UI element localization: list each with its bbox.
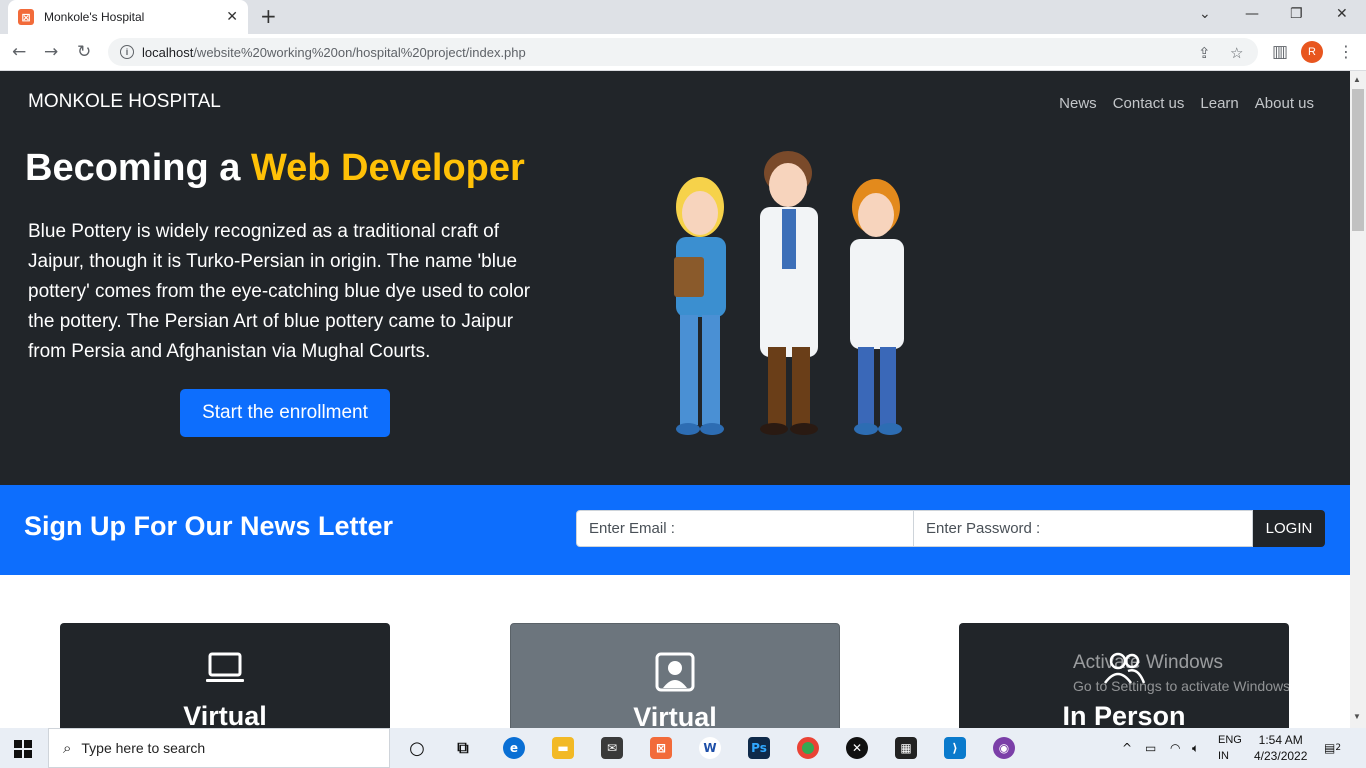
taskbar-clock[interactable]: 1:54 AM 4/23/2022	[1254, 732, 1307, 764]
new-tab-button[interactable]: +	[260, 4, 277, 28]
address-toolbar: ← → ↻ i localhost /website%20working%20o…	[0, 34, 1366, 71]
volume-icon[interactable]: 🔈︎	[1192, 728, 1199, 768]
xampp-favicon-icon: ⊠	[18, 9, 34, 25]
newsletter-title: Sign Up For Our News Letter	[24, 511, 394, 541]
card-title: Virtual	[633, 702, 717, 728]
password-field[interactable]: Enter Password :	[914, 510, 1253, 547]
profile-avatar[interactable]: R	[1301, 41, 1323, 63]
browser-tab-strip: ⊠ Monkole's Hospital ✕ + ⌄ — ❐ ✕	[0, 0, 1366, 34]
feature-card-virtual[interactable]: Virtual	[60, 623, 390, 728]
site-brand[interactable]: MONKOLE HOSPITAL	[28, 91, 221, 113]
battery-icon[interactable]: ▭	[1145, 728, 1156, 768]
bookmark-star-icon[interactable]: ☆	[1230, 44, 1243, 62]
page-scrollbar[interactable]: ▲ ▼	[1350, 71, 1366, 728]
site-info-icon[interactable]: i	[120, 45, 134, 59]
card-title: Virtual	[183, 701, 267, 728]
minimize-button[interactable]: —	[1245, 6, 1259, 22]
notification-icon[interactable]: ▤ 2	[1324, 728, 1341, 768]
doctors-illustration	[674, 151, 904, 435]
start-enrollment-button[interactable]: Start the enrollment	[180, 389, 390, 437]
clock-time: 1:54 AM	[1258, 733, 1303, 747]
windows-taskbar: ⌕ Type here to search ○ ⧉ e ▬ ✉ ⊠ W Ps ✕…	[0, 728, 1366, 768]
xbox-icon[interactable]: ✕	[846, 737, 868, 759]
back-arrow-icon[interactable]: ←	[12, 42, 26, 62]
scroll-thumb[interactable]	[1352, 89, 1364, 231]
photoshop-icon[interactable]: Ps	[748, 737, 770, 759]
page-viewport: MONKOLE HOSPITAL News Contact us Learn A…	[0, 71, 1350, 728]
wifi-icon[interactable]: ◠	[1170, 728, 1180, 768]
reload-icon[interactable]: ↻	[77, 42, 91, 62]
hero-section: MONKOLE HOSPITAL News Contact us Learn A…	[0, 71, 1350, 485]
edge-icon[interactable]: e	[503, 737, 525, 759]
windows-start-icon[interactable]	[14, 740, 32, 758]
taskbar-search-input[interactable]: ⌕ Type here to search	[48, 728, 390, 768]
login-button[interactable]: LOGIN	[1253, 510, 1325, 547]
hero-title-prefix: Becoming a	[25, 147, 251, 189]
share-icon[interactable]: ⇪	[1198, 44, 1211, 62]
newsletter-section: Sign Up For Our News Letter Enter Email …	[0, 485, 1350, 575]
xampp-icon[interactable]: ⊠	[650, 737, 672, 759]
tray-chevron-icon[interactable]: ^	[1122, 728, 1132, 768]
scroll-down-arrow-icon[interactable]: ▼	[1353, 712, 1361, 721]
nav-link-news[interactable]: News	[1059, 95, 1097, 112]
file-explorer-icon[interactable]: ▬	[552, 737, 574, 759]
newsletter-form: Enter Email : Enter Password : LOGIN	[576, 510, 1325, 547]
word-app-icon[interactable]: W	[699, 737, 721, 759]
url-host: localhost	[142, 44, 194, 60]
side-panel-icon[interactable]: ▥	[1272, 42, 1288, 62]
url-path: /website%20working%20on/hospital%20proje…	[193, 44, 526, 60]
clock-date: 4/23/2022	[1254, 749, 1308, 763]
search-icon: ⌕	[63, 739, 72, 757]
hero-description: Blue Pottery is widely recognized as a t…	[28, 221, 531, 362]
chrome-icon[interactable]	[797, 737, 819, 759]
task-view-icon[interactable]: ⧉	[452, 737, 474, 759]
forward-arrow-icon[interactable]: →	[44, 42, 58, 62]
card-title: In Person	[1062, 701, 1186, 728]
watermark-subtitle: Go to Settings to activate Windows.	[1073, 678, 1294, 694]
watermark-title: Activate Windows	[1073, 652, 1223, 673]
tab-title: Monkole's Hospital	[44, 10, 145, 24]
nav-link-contact[interactable]: Contact us	[1113, 95, 1185, 112]
language-indicator[interactable]: ENG IN	[1218, 732, 1242, 764]
tab-search-icon[interactable]: ⌄	[1199, 6, 1211, 22]
close-window-button[interactable]: ✕	[1336, 6, 1348, 22]
github-desktop-icon[interactable]: ◉	[993, 737, 1015, 759]
scroll-up-arrow-icon[interactable]: ▲	[1353, 75, 1361, 84]
lang-code: ENG	[1218, 734, 1242, 746]
email-field[interactable]: Enter Email :	[576, 510, 914, 547]
restore-button[interactable]: ❐	[1290, 6, 1303, 22]
vscode-icon[interactable]: ⟩	[944, 737, 966, 759]
person-square-icon	[655, 652, 695, 692]
browser-menu-icon[interactable]: ⋮	[1338, 42, 1354, 61]
main-nav: News Contact us Learn About us	[1059, 95, 1314, 112]
feature-card-virtual-2[interactable]: Virtual	[510, 623, 840, 728]
browser-tab[interactable]: ⊠ Monkole's Hospital ✕	[8, 0, 248, 34]
cortana-icon[interactable]: ○	[406, 737, 428, 759]
search-placeholder: Type here to search	[81, 740, 206, 756]
store-icon[interactable]: ▦	[895, 737, 917, 759]
notification-count: 2	[1335, 743, 1342, 753]
tab-close-icon[interactable]: ✕	[226, 9, 238, 25]
hero-title-accent: Web Developer	[250, 147, 525, 189]
nav-link-learn[interactable]: Learn	[1200, 95, 1238, 112]
mail-icon[interactable]: ✉	[601, 737, 623, 759]
nav-link-about[interactable]: About us	[1255, 95, 1314, 112]
address-bar[interactable]: i localhost /website%20working%20on/hosp…	[108, 38, 1258, 66]
lang-region: IN	[1218, 750, 1229, 762]
laptop-icon	[206, 652, 244, 682]
hero-title: Becoming a Web Developer	[25, 147, 525, 190]
activate-windows-watermark: Activate Windows Go to Settings to activ…	[1073, 652, 1294, 694]
